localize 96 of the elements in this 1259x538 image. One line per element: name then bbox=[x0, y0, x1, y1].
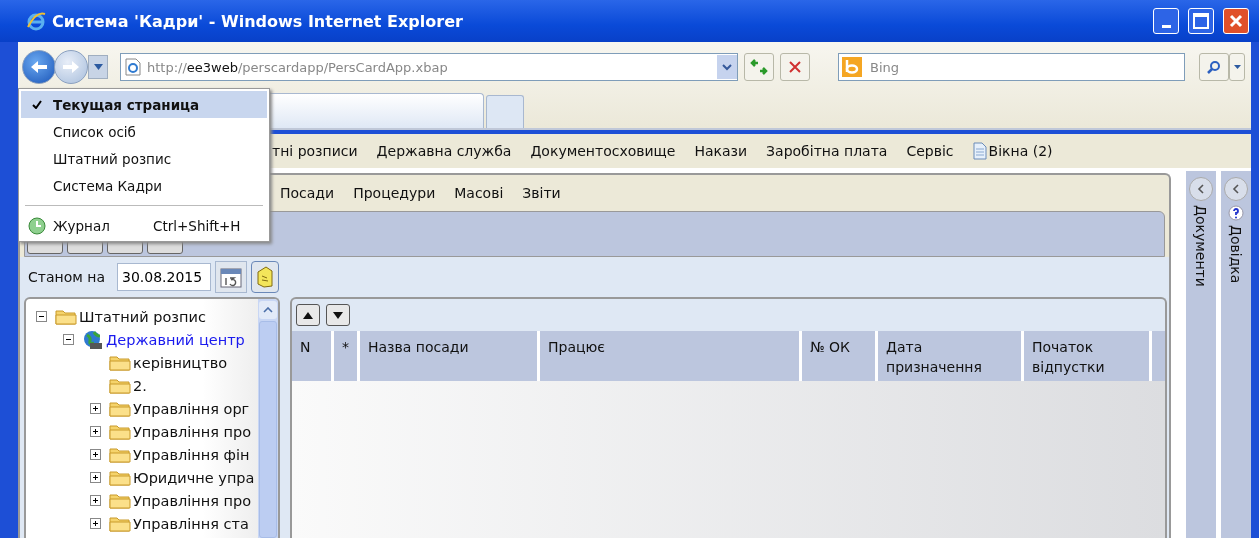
column-header[interactable]: Дата призначення bbox=[878, 331, 1024, 381]
column-header[interactable]: * bbox=[334, 331, 360, 381]
search-box[interactable]: Bing bbox=[838, 53, 1185, 81]
search-button[interactable] bbox=[1199, 53, 1229, 81]
menu-item[interactable]: Заробітна плата bbox=[766, 143, 888, 159]
tree-item[interactable]: Управління орг bbox=[133, 400, 250, 417]
tree-item[interactable]: Державний центр bbox=[106, 331, 245, 348]
caret-icon bbox=[1233, 65, 1241, 69]
menu-item[interactable]: Текущая страница bbox=[21, 91, 267, 118]
folder-icon bbox=[109, 469, 131, 486]
side-panel-tab[interactable]: Довідка bbox=[1221, 171, 1251, 538]
expand-toggle[interactable] bbox=[90, 403, 101, 414]
column-header[interactable]: Працює bbox=[540, 331, 802, 381]
help-icon bbox=[1228, 205, 1245, 221]
triangle-up-icon bbox=[303, 311, 313, 319]
calendar-icon bbox=[220, 266, 242, 288]
history-dropdown-button[interactable] bbox=[88, 55, 108, 79]
menu-item[interactable]: Система Кадри bbox=[21, 172, 267, 199]
scrollbar[interactable] bbox=[258, 299, 278, 538]
browser-logo-icon bbox=[26, 11, 46, 31]
windows-menu[interactable]: Вікна (2) bbox=[972, 142, 1053, 160]
folder-icon bbox=[109, 423, 131, 440]
menu-item[interactable]: Процедури bbox=[353, 185, 436, 201]
menu-item[interactable]: Посади bbox=[280, 185, 335, 201]
close-icon bbox=[789, 61, 801, 73]
menu-item[interactable]: Штатний розпис bbox=[21, 145, 267, 172]
expand-toggle[interactable] bbox=[90, 472, 101, 483]
date-field[interactable]: 30.08.2015 bbox=[117, 263, 211, 291]
maximize-button[interactable] bbox=[1188, 8, 1214, 34]
history-menu-item[interactable]: Журнал Ctrl+Shift+H bbox=[21, 212, 267, 239]
search-icon bbox=[1207, 60, 1221, 74]
column-header[interactable]: № ОК bbox=[802, 331, 878, 381]
search-provider-icon bbox=[842, 57, 862, 77]
close-button[interactable] bbox=[1223, 8, 1249, 34]
folder-icon bbox=[109, 492, 131, 509]
column-header[interactable]: Назва посади bbox=[360, 331, 540, 381]
filter-button[interactable] bbox=[251, 261, 279, 293]
back-arrow-icon bbox=[29, 59, 49, 75]
collapse-toggle[interactable] bbox=[36, 311, 47, 322]
tree-item[interactable]: керівництво bbox=[133, 354, 228, 371]
window-title: Система 'Кадри' - Windows Internet Explorer bbox=[52, 11, 463, 31]
date-label: Станом на bbox=[28, 269, 105, 285]
forward-button[interactable] bbox=[54, 50, 88, 84]
expand-toggle[interactable] bbox=[90, 518, 101, 529]
chevron-left-icon bbox=[1197, 184, 1206, 194]
menu-item[interactable]: Звіти bbox=[522, 185, 561, 201]
page-icon bbox=[125, 58, 141, 76]
address-field[interactable]: http://ee3web/perscardapp/PersCardApp.xbap bbox=[120, 53, 738, 81]
tree-item[interactable]: Управління ста bbox=[133, 515, 249, 532]
folder-icon bbox=[55, 308, 77, 325]
search-options-button[interactable] bbox=[1229, 53, 1245, 81]
folder-icon bbox=[109, 515, 131, 532]
stop-button[interactable] bbox=[780, 53, 810, 81]
calendar-button[interactable] bbox=[215, 261, 247, 293]
menu-item[interactable]: тні розписи bbox=[272, 143, 358, 159]
refresh-arrows-icon bbox=[750, 59, 768, 75]
folder-icon bbox=[109, 400, 131, 417]
column-header[interactable]: Початок відпустки bbox=[1024, 331, 1152, 381]
menu-item[interactable]: Накази bbox=[694, 143, 748, 159]
menu-item[interactable]: Масові bbox=[454, 185, 504, 201]
tree-item[interactable]: Управління про bbox=[133, 492, 252, 509]
forward-arrow-icon bbox=[61, 59, 81, 75]
move-up-button[interactable] bbox=[296, 304, 320, 326]
menu-item[interactable]: Державна служба bbox=[376, 143, 512, 159]
chevron-up-icon bbox=[263, 307, 273, 313]
expand-toggle[interactable] bbox=[90, 449, 101, 460]
side-panel-tab[interactable]: Документи bbox=[1186, 171, 1217, 538]
column-header[interactable]: N bbox=[292, 331, 334, 381]
chevron-left-icon bbox=[1232, 184, 1241, 194]
minimize-button[interactable] bbox=[1153, 8, 1179, 34]
chevron-down-icon bbox=[722, 63, 732, 71]
document-icon bbox=[972, 142, 987, 160]
caret-icon bbox=[93, 64, 103, 70]
triangle-down-icon bbox=[333, 311, 343, 319]
folder-icon bbox=[109, 354, 131, 371]
refresh-button[interactable] bbox=[744, 53, 774, 81]
expand-toggle[interactable] bbox=[90, 495, 101, 506]
tree-item[interactable]: Управління про bbox=[133, 423, 252, 440]
close-icon bbox=[1228, 13, 1244, 29]
folder-icon bbox=[109, 446, 131, 463]
expand-toggle[interactable] bbox=[90, 426, 101, 437]
move-down-button[interactable] bbox=[326, 304, 350, 326]
globe-icon bbox=[82, 329, 104, 350]
tree-item[interactable]: Юридичне упра bbox=[133, 469, 255, 486]
tree-item[interactable]: Управління фін bbox=[133, 446, 250, 463]
tree-item[interactable]: 2. bbox=[133, 377, 147, 394]
clock-icon bbox=[28, 216, 46, 235]
tree-item[interactable]: Штатний розпис bbox=[79, 308, 206, 325]
check-icon bbox=[32, 100, 42, 109]
back-button[interactable] bbox=[22, 50, 56, 84]
menu-item[interactable]: Список осіб bbox=[21, 118, 267, 145]
menu-item[interactable]: Документосховище bbox=[530, 143, 676, 159]
folder-icon bbox=[109, 377, 131, 394]
note-icon bbox=[256, 266, 274, 288]
menu-item[interactable]: Сервіс bbox=[906, 143, 954, 159]
collapse-toggle[interactable] bbox=[63, 334, 74, 345]
